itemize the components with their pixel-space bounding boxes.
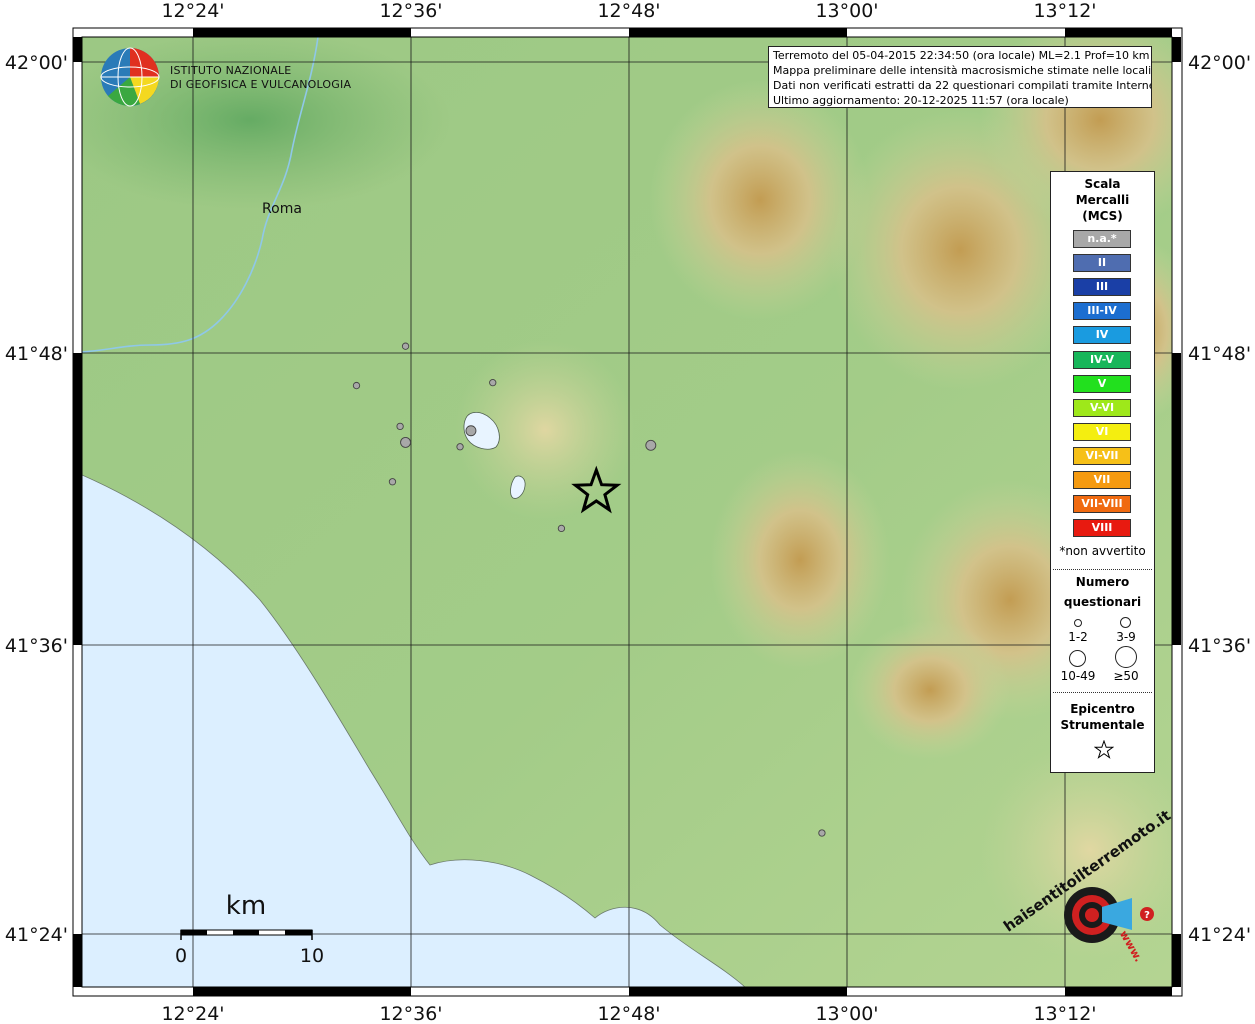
legend-panel: Scala Mercalli (MCS) n.a.* II III III-IV IV I… bbox=[1050, 171, 1155, 773]
event-info-box: Terremoto del 05-04-2015 22:34:50 (ora l… bbox=[768, 46, 1152, 108]
lon-label: 12°48' bbox=[597, 0, 660, 22]
questionnaire-point bbox=[465, 425, 477, 437]
lat-label: 42°00' bbox=[1188, 52, 1251, 74]
hills-southeast bbox=[850, 620, 1010, 760]
lat-label: 42°00' bbox=[5, 52, 68, 74]
lon-label: 13°00' bbox=[815, 1003, 878, 1024]
lon-label: 12°24' bbox=[161, 0, 224, 22]
scale-max: 10 bbox=[300, 945, 324, 967]
lon-labels-top: 12°24' 12°36' 12°48' 13°00' 13°12' bbox=[161, 0, 1096, 22]
questionnaire-point bbox=[401, 342, 410, 350]
lat-label: 41°24' bbox=[5, 924, 68, 946]
info-line-data: Dati non verificati estratti da 22 quest… bbox=[773, 79, 1152, 92]
legend-swatch: VI bbox=[1073, 422, 1131, 441]
questionnaire-point bbox=[396, 422, 404, 431]
count-circle-3-9-icon bbox=[1120, 617, 1131, 628]
legend-swatch: V-VI bbox=[1073, 398, 1131, 417]
count-circle-1-2-icon bbox=[1074, 619, 1082, 627]
legend-count-title1: Numero bbox=[1075, 575, 1130, 589]
info-line-event: Terremoto del 05-04-2015 22:34:50 (ora l… bbox=[773, 49, 1150, 62]
questionnaire-point bbox=[352, 381, 361, 390]
lat-labels-left: 42°00' 41°48' 41°36' 41°24' bbox=[5, 52, 68, 946]
lat-label: 41°36' bbox=[5, 635, 68, 657]
legend-epicenter-title1: Epicentro bbox=[1070, 702, 1135, 716]
count-label: 3-9 bbox=[1116, 630, 1136, 644]
map-area: Roma bbox=[82, 37, 1172, 987]
lon-label: 12°36' bbox=[379, 1003, 442, 1024]
legend-epicenter-title2: Strumentale bbox=[1060, 718, 1145, 732]
legend-swatch: VIII bbox=[1073, 519, 1131, 538]
legend-title-mcs: (MCS) bbox=[1082, 209, 1123, 223]
legend-title-mercalli: Mercalli bbox=[1075, 193, 1130, 207]
count-circle-50-icon bbox=[1115, 646, 1137, 668]
legend-divider bbox=[1053, 569, 1152, 570]
legend-swatch: V bbox=[1073, 374, 1131, 393]
scale-min: 0 bbox=[175, 945, 187, 967]
legend-swatch: III bbox=[1073, 278, 1131, 297]
legend-swatch: VI-VII bbox=[1073, 446, 1131, 465]
lat-label: 41°24' bbox=[1188, 924, 1251, 946]
legend-divider bbox=[1053, 692, 1152, 693]
city-label-roma: Roma bbox=[262, 201, 302, 217]
count-circle-10-49-icon bbox=[1069, 650, 1086, 667]
legend-swatch: IV-V bbox=[1073, 350, 1131, 369]
legend-title-scala: Scala bbox=[1084, 177, 1121, 191]
questionnaire-point bbox=[388, 478, 397, 486]
questionnaire-point bbox=[400, 436, 411, 448]
legend-swatch: VII-VIII bbox=[1073, 495, 1131, 514]
questionnaire-point bbox=[818, 829, 826, 837]
legend-note: *non avvertito bbox=[1059, 544, 1146, 558]
legend-star-icon bbox=[1094, 740, 1114, 759]
svg-text:?: ? bbox=[1144, 910, 1150, 921]
questionnaire-point bbox=[489, 378, 497, 387]
lon-label: 12°36' bbox=[379, 0, 442, 22]
count-label: 10-49 bbox=[1060, 669, 1096, 683]
legend-swatch: n.a.* bbox=[1073, 230, 1131, 248]
lat-label: 41°48' bbox=[1188, 343, 1251, 365]
lat-labels-right: 42°00' 41°48' 41°36' 41°24' bbox=[1188, 52, 1251, 946]
questionnaire-point bbox=[456, 443, 464, 451]
info-line-map: Mappa preliminare delle intensità macros… bbox=[773, 64, 1152, 77]
legend-count-title2: questionari bbox=[1063, 595, 1142, 609]
lat-label: 41°36' bbox=[1188, 635, 1251, 657]
hills-central bbox=[710, 450, 890, 670]
lon-label: 12°48' bbox=[597, 1003, 660, 1024]
lon-labels-bottom: 12°24' 12°36' 12°48' 13°00' 13°12' bbox=[161, 1003, 1096, 1024]
lon-label: 13°12' bbox=[1033, 1003, 1096, 1024]
count-label: ≥50 bbox=[1113, 669, 1139, 683]
ingv-name-line2: DI GEOFISICA E VULCANOLOGIA bbox=[170, 78, 351, 91]
questionnaire-point bbox=[557, 524, 566, 533]
legend-swatch: IV bbox=[1073, 326, 1131, 345]
lon-label: 13°00' bbox=[815, 0, 878, 22]
lon-label: 13°12' bbox=[1033, 0, 1096, 22]
legend-swatch: II bbox=[1073, 254, 1131, 273]
count-label: 1-2 bbox=[1068, 630, 1088, 644]
info-line-updated: Ultimo aggiornamento: 20-12-2025 11:57 (… bbox=[773, 94, 1069, 107]
lat-label: 41°48' bbox=[5, 343, 68, 365]
legend-swatch: III-IV bbox=[1073, 302, 1131, 321]
scale-unit: km bbox=[226, 891, 266, 921]
legend-swatch: VII bbox=[1073, 471, 1131, 489]
questionnaire-point bbox=[645, 439, 657, 451]
ingv-name-line1: ISTITUTO NAZIONALE bbox=[170, 64, 291, 77]
lon-label: 12°24' bbox=[161, 1003, 224, 1024]
